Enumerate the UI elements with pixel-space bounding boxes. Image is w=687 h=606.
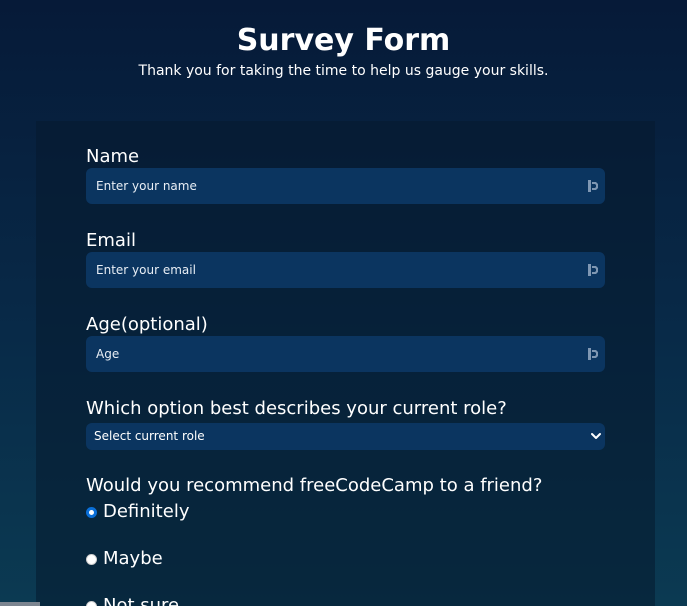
password-manager-icon[interactable] <box>588 348 599 360</box>
email-label: Email <box>86 230 136 251</box>
role-dropdown[interactable]: Select current role <box>86 423 605 450</box>
page-header: Survey Form Thank you for taking the tim… <box>0 22 687 80</box>
age-input[interactable] <box>86 336 605 372</box>
page-description: Thank you for taking the time to help us… <box>138 63 549 79</box>
password-manager-icon[interactable] <box>588 180 599 192</box>
page-title: Survey Form <box>236 23 451 58</box>
email-field[interactable] <box>86 252 605 288</box>
age-field[interactable] <box>86 336 605 372</box>
radio-option-maybe[interactable]: Maybe <box>86 548 163 570</box>
name-input[interactable] <box>86 168 605 204</box>
radio-option-definitely[interactable]: Definitely <box>86 501 189 523</box>
radio-button[interactable] <box>86 553 97 565</box>
role-dropdown-value: Select current role <box>94 429 205 443</box>
role-label: Which option best describes your current… <box>86 398 507 419</box>
chevron-down-icon <box>591 433 601 439</box>
name-label: Name <box>86 146 140 167</box>
radio-button[interactable] <box>86 600 97 606</box>
horizontal-scrollbar[interactable] <box>0 602 40 606</box>
radio-option-label: Maybe <box>103 548 163 569</box>
name-field[interactable] <box>86 168 605 204</box>
radio-option-label: Not sure <box>103 595 180 606</box>
radio-button-checked[interactable] <box>86 506 97 518</box>
email-input[interactable] <box>86 252 605 288</box>
recommend-label: Would you recommend freeCodeCamp to a fr… <box>86 475 543 496</box>
radio-option-label: Definitely <box>103 501 190 522</box>
age-label: Age(optional) <box>86 314 208 335</box>
radio-option-not-sure[interactable]: Not sure <box>86 595 179 606</box>
password-manager-icon[interactable] <box>588 264 599 276</box>
survey-form: Name Email Age(optional) Which option be… <box>36 121 655 606</box>
